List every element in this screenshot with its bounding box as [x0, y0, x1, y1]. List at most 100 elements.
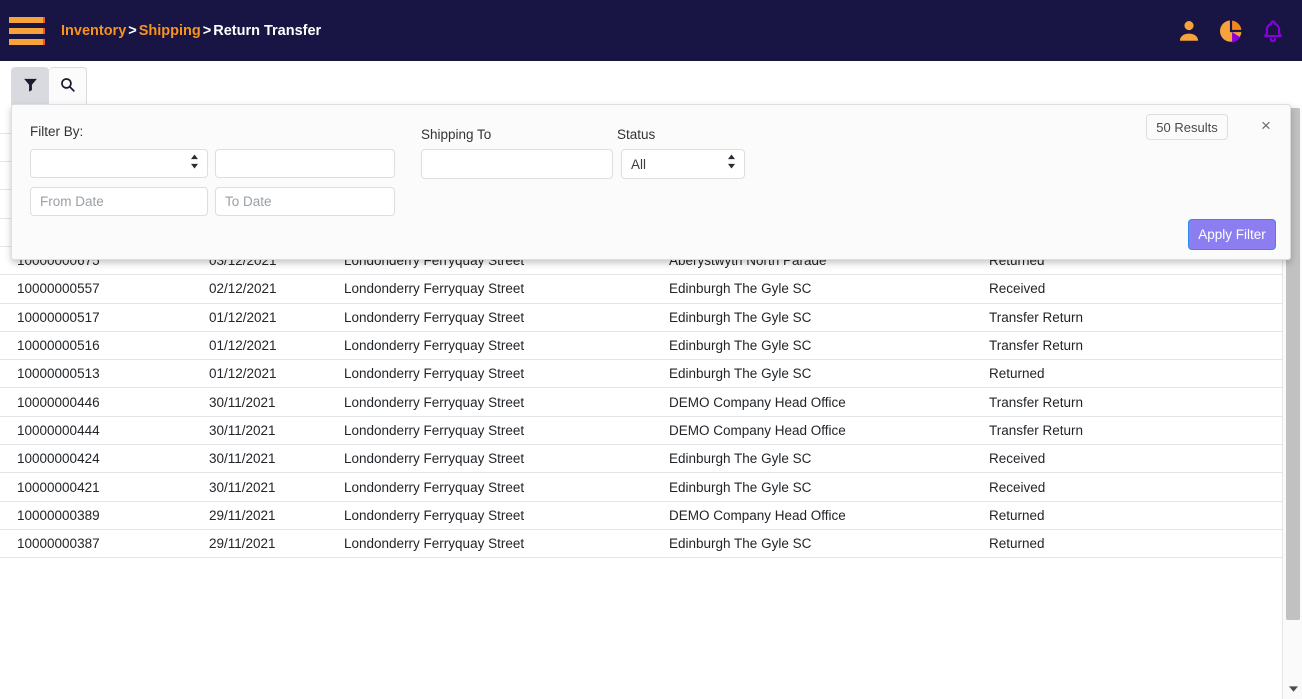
cell-from: Londonderry Ferryquay Street — [344, 472, 669, 502]
cell-id: 10000000389 — [0, 501, 209, 530]
cell-from: Londonderry Ferryquay Street — [344, 331, 669, 361]
breadcrumb: Inventory > Shipping > Return Transfer — [61, 23, 321, 39]
user-icon[interactable] — [1176, 18, 1202, 44]
cell-status: Transfer Return — [989, 303, 1199, 332]
table-row[interactable]: 10000000517 01/12/2021 Londonderry Ferryqu… — [0, 303, 1282, 332]
table-row[interactable]: 10000000421 30/11/2021 Londonderry Ferryqu… — [0, 472, 1282, 502]
cell-actions — [1199, 529, 1282, 559]
cell-shipping-to: DEMO Company Head Office — [669, 387, 989, 417]
from-date-input[interactable] — [30, 187, 208, 216]
filter-tab[interactable] — [11, 67, 49, 105]
table-row[interactable]: 10000000444 30/11/2021 Londonderry Ferryqu… — [0, 416, 1282, 446]
cell-status: Received — [989, 472, 1199, 502]
status-select[interactable]: All — [621, 149, 745, 179]
cell-id: 10000000557 — [0, 274, 209, 304]
cell-shipping-to: Edinburgh The Gyle SC — [669, 444, 989, 474]
cell-date: 30/11/2021 — [209, 444, 344, 474]
cell-id: 10000000516 — [0, 331, 209, 361]
cell-from: Londonderry Ferryquay Street — [344, 416, 669, 446]
cell-date: 01/12/2021 — [209, 331, 344, 361]
cell-status: Returned — [989, 359, 1199, 389]
cell-actions — [1199, 331, 1282, 361]
cell-date: 29/11/2021 — [209, 529, 344, 559]
cell-id: 10000000387 — [0, 529, 209, 559]
top-navigation-bar: Inventory > Shipping > Return Transfer — [0, 0, 1302, 61]
cell-date: 29/11/2021 — [209, 501, 344, 530]
cell-status: Received — [989, 444, 1199, 474]
cell-id: 10000000444 — [0, 416, 209, 446]
bell-icon[interactable] — [1260, 18, 1286, 44]
hamburger-icon[interactable] — [9, 16, 45, 45]
cell-from: Londonderry Ferryquay Street — [344, 359, 669, 389]
cell-shipping-to: Edinburgh The Gyle SC — [669, 331, 989, 361]
cell-from: Londonderry Ferryquay Street — [344, 501, 669, 530]
filter-by-select-wrapper — [30, 149, 208, 178]
breadcrumb-item-shipping[interactable]: Shipping — [139, 23, 201, 39]
cell-actions — [1199, 359, 1282, 389]
cell-from: Londonderry Ferryquay Street — [344, 274, 669, 304]
shipping-to-input[interactable] — [421, 149, 613, 179]
cell-status: Transfer Return — [989, 416, 1199, 446]
cell-actions — [1199, 416, 1282, 446]
cell-shipping-to: Edinburgh The Gyle SC — [669, 472, 989, 502]
filter-by-label: Filter By: — [30, 124, 84, 139]
cell-actions — [1199, 274, 1282, 304]
filter-by-text-input[interactable] — [215, 149, 395, 178]
toolbar-tab-strip — [0, 61, 1302, 105]
cell-status: Returned — [989, 501, 1199, 530]
cell-id: 10000000421 — [0, 472, 209, 502]
cell-date: 01/12/2021 — [209, 303, 344, 332]
cell-date: 02/12/2021 — [209, 274, 344, 304]
search-icon — [59, 76, 76, 98]
cell-date: 30/11/2021 — [209, 472, 344, 502]
cell-from: Londonderry Ferryquay Street — [344, 387, 669, 417]
status-label: Status — [617, 127, 656, 142]
cell-id: 10000000517 — [0, 303, 209, 332]
table-row[interactable]: 10000000446 30/11/2021 Londonderry Ferryqu… — [0, 387, 1282, 417]
cell-shipping-to: Edinburgh The Gyle SC — [669, 274, 989, 304]
close-icon[interactable]: × — [1256, 114, 1276, 136]
search-tab[interactable] — [49, 67, 87, 105]
cell-actions — [1199, 444, 1282, 474]
cell-id: 10000000513 — [0, 359, 209, 389]
cell-id: 10000000424 — [0, 444, 209, 474]
table-row[interactable]: 10000000557 02/12/2021 Londonderry Ferryqu… — [0, 274, 1282, 304]
table-row[interactable]: 10000000513 01/12/2021 Londonderry Ferryqu… — [0, 359, 1282, 389]
topbar-icon-group — [1176, 18, 1286, 44]
to-date-input[interactable] — [215, 187, 395, 216]
cell-actions — [1199, 472, 1282, 502]
pie-chart-icon[interactable] — [1218, 18, 1244, 44]
scrollbar-down-arrow-icon[interactable] — [1283, 679, 1302, 699]
results-count-badge: 50 Results — [1146, 114, 1228, 140]
shipping-to-label: Shipping To — [421, 127, 492, 142]
cell-actions — [1199, 387, 1282, 417]
table-row[interactable]: 10000000424 30/11/2021 Londonderry Ferryqu… — [0, 444, 1282, 474]
cell-date: 30/11/2021 — [209, 416, 344, 446]
cell-id: 10000000446 — [0, 387, 209, 417]
cell-date: 30/11/2021 — [209, 387, 344, 417]
breadcrumb-item-return-transfer: Return Transfer — [213, 22, 322, 39]
cell-date: 01/12/2021 — [209, 359, 344, 389]
cell-status: Transfer Return — [989, 331, 1199, 361]
cell-from: Londonderry Ferryquay Street — [344, 303, 669, 332]
cell-from: Londonderry Ferryquay Street — [344, 529, 669, 559]
cell-from: Londonderry Ferryquay Street — [344, 444, 669, 474]
filter-panel: Filter By: Shipping To Status All 50 Res… — [11, 104, 1291, 260]
status-select-wrapper: All — [621, 149, 745, 179]
breadcrumb-separator-1: > — [128, 22, 137, 39]
cell-status: Transfer Return — [989, 387, 1199, 417]
table-row[interactable]: 10000000387 29/11/2021 Londonderry Ferryqu… — [0, 529, 1282, 559]
breadcrumb-item-inventory[interactable]: Inventory — [61, 23, 126, 39]
cell-actions — [1199, 501, 1282, 530]
apply-filter-button[interactable]: Apply Filter — [1188, 219, 1276, 250]
funnel-icon — [22, 76, 39, 98]
cell-shipping-to: Edinburgh The Gyle SC — [669, 529, 989, 559]
cell-status: Received — [989, 274, 1199, 304]
cell-actions — [1199, 303, 1282, 332]
cell-shipping-to: DEMO Company Head Office — [669, 416, 989, 446]
breadcrumb-separator-2: > — [202, 22, 212, 39]
filter-by-select[interactable] — [30, 149, 208, 178]
cell-shipping-to: Edinburgh The Gyle SC — [669, 303, 989, 332]
table-row[interactable]: 10000000389 29/11/2021 Londonderry Ferryqu… — [0, 501, 1282, 530]
table-row[interactable]: 10000000516 01/12/2021 Londonderry Ferryqu… — [0, 331, 1282, 361]
